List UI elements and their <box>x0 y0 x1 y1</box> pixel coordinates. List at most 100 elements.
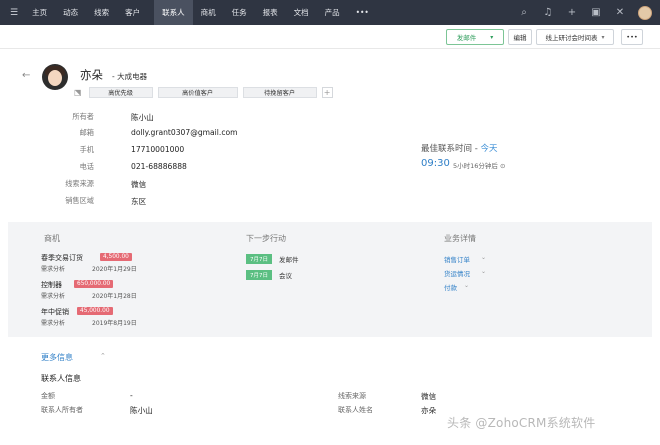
deal-date: 2020年1月28日 <box>92 293 137 300</box>
contact-header: ← 亦朵 - 大成电器 ⬔ 高优先级 高价值客户 待挽留客户 + 所有者 陈小山… <box>0 50 660 220</box>
send-email-caret-icon[interactable]: ▾ <box>490 34 493 41</box>
deals-title: 商机 <box>44 234 60 243</box>
contact-name-label: 联系人姓名 <box>338 406 373 414</box>
lead-source-value: 微信 <box>131 180 147 189</box>
amount-value: - <box>130 391 133 400</box>
nav-item-feeds[interactable]: 动态 <box>55 0 86 25</box>
email-value[interactable]: dolly.grant0307@gmail.com <box>131 128 238 137</box>
action-date-badge: 7月7日 <box>246 270 272 280</box>
more-actions-button[interactable]: ••• <box>621 29 643 45</box>
tag-high-value[interactable]: 高价值客户 <box>157 87 238 98</box>
meeting-schedule-label: 线上研讨会时间表 <box>545 34 598 42</box>
clock-icon: ⊙ <box>500 162 506 170</box>
tag-row: ⬔ 高优先级 高价值客户 待挽留客户 + <box>74 87 333 98</box>
action-name[interactable]: 发邮件 <box>279 254 299 264</box>
contact-name-value: 亦朵 <box>421 406 437 415</box>
contact-name: 亦朵 <box>80 68 103 82</box>
best-time-text: 最佳联系时间 <box>421 144 473 154</box>
deal-stage: 需求分析 <box>41 293 66 300</box>
sales-orders-link[interactable]: 销售订单 <box>444 254 470 264</box>
amount-label: 金额 <box>41 392 55 400</box>
best-time-value: 09:30 <box>421 158 450 169</box>
tag-high-priority[interactable]: 高优先级 <box>88 87 153 98</box>
phone-value[interactable]: 021-68886888 <box>131 162 187 171</box>
edit-label: 编辑 <box>513 34 527 42</box>
top-right-tools: ⌕ ♫ + ▣ ✕ <box>518 0 652 25</box>
nav-item-deals[interactable]: 商机 <box>193 0 224 25</box>
plus-icon[interactable]: + <box>566 7 578 18</box>
action-name[interactable]: 会议 <box>279 270 292 280</box>
tag-retention[interactable]: 待挽留客户 <box>242 87 317 98</box>
chevron-up-icon[interactable]: ⌃ <box>100 352 106 360</box>
chevron-down-icon[interactable]: ⌄ <box>464 282 469 289</box>
deal-date: 2019年8月19日 <box>92 320 137 327</box>
contact-avatar[interactable] <box>42 64 68 90</box>
back-arrow-icon[interactable]: ← <box>22 70 30 81</box>
chevron-down-icon: ▾ <box>601 33 605 41</box>
tools-icon[interactable]: ✕ <box>614 7 626 18</box>
send-email-button[interactable]: 发邮件 ▾ <box>446 29 504 45</box>
lead-source-value-2: 微信 <box>421 392 437 401</box>
mobile-label: 手机 <box>79 145 94 154</box>
record-action-bar: 发邮件 ▾ 编辑 线上研讨会时间表 ▾ ••• <box>0 25 660 49</box>
contact-company[interactable]: - 大成电器 <box>112 71 147 82</box>
avatar-face <box>48 70 62 86</box>
mobile-value[interactable]: 17710001000 <box>131 145 184 154</box>
nav-item-documents[interactable]: 文档 <box>286 0 317 25</box>
phone-label: 电话 <box>79 162 94 171</box>
deal-amount-badge: 4,500.00 <box>100 253 132 261</box>
deal-amount-badge: 45,000.00 <box>77 307 113 315</box>
nav-item-tasks[interactable]: 任务 <box>224 0 255 25</box>
meeting-schedule-button[interactable]: 线上研讨会时间表 ▾ <box>536 29 614 45</box>
contact-owner-value[interactable]: 陈小山 <box>130 405 153 416</box>
action-date-badge: 7月7日 <box>246 254 272 264</box>
lead-source-label: 线索来源 <box>65 179 94 188</box>
overview-panel: 商机 春季交易订货 4,500.00 需求分析 2020年1月29日 控制器 6… <box>8 222 652 337</box>
deal-amount-badge: 650,000.00 <box>74 280 114 288</box>
best-time-relative-text: 5小时16分钟后 <box>453 162 498 170</box>
menu-icon[interactable]: ☰ <box>0 8 24 18</box>
bell-icon[interactable]: ♫ <box>542 7 554 18</box>
shipments-link[interactable]: 货运情况 <box>444 268 470 278</box>
send-email-label: 发邮件 <box>456 34 477 42</box>
owner-value[interactable]: 陈小山 <box>131 112 154 123</box>
best-time-day: 今天 <box>480 144 498 154</box>
nav-item-reports[interactable]: 报表 <box>255 0 286 25</box>
nav-item-products[interactable]: 产品 <box>317 0 348 25</box>
best-time-separator: - <box>472 144 481 154</box>
deal-date: 2020年1月29日 <box>92 266 137 273</box>
search-icon[interactable]: ⌕ <box>518 7 530 18</box>
email-label: 邮箱 <box>79 128 94 137</box>
sales-region-value: 东区 <box>131 197 147 206</box>
deal-stage: 需求分析 <box>41 266 66 273</box>
calendar-icon[interactable]: ▣ <box>590 7 602 18</box>
nav-item-contacts[interactable]: 联系人 <box>154 0 193 25</box>
best-contact-time-label: 最佳联系时间 - 今天 <box>421 142 498 154</box>
add-tag-button[interactable]: + <box>321 87 333 98</box>
top-navigation-bar: ☰ 主页 动态 线索 客户 联系人 商机 任务 报表 文档 产品 ••• ⌕ ♫… <box>0 0 660 25</box>
contact-owner-label: 联系人所有者 <box>41 406 83 414</box>
nav-item-home[interactable]: 主页 <box>24 0 55 25</box>
chevron-down-icon[interactable]: ⌄ <box>481 268 486 275</box>
more-info-toggle[interactable]: 更多信息 <box>41 352 73 363</box>
next-action-title: 下一步行动 <box>246 234 286 243</box>
business-details-title: 业务详情 <box>444 234 476 243</box>
lead-source-label-2: 线索来源 <box>338 392 366 400</box>
payments-link[interactable]: 付款 <box>444 282 457 292</box>
deal-name[interactable]: 春季交易订货 <box>41 253 83 263</box>
sales-region-label: 销售区域 <box>65 196 94 205</box>
nav-item-more[interactable]: ••• <box>348 0 377 25</box>
deal-stage: 需求分析 <box>41 320 66 327</box>
user-avatar[interactable] <box>638 5 652 20</box>
tag-icon: ⬔ <box>74 88 82 97</box>
more-actions-label: ••• <box>626 33 638 41</box>
owner-label: 所有者 <box>72 112 94 121</box>
chevron-down-icon[interactable]: ⌄ <box>481 254 486 261</box>
best-time-relative: 5小时16分钟后 ⊙ <box>453 160 505 170</box>
deal-name[interactable]: 控制器 <box>41 280 62 290</box>
nav-item-leads[interactable]: 线索 <box>86 0 117 25</box>
contact-info-title: 联系人信息 <box>41 374 81 383</box>
deal-name[interactable]: 年中促销 <box>41 307 69 317</box>
edit-button[interactable]: 编辑 <box>508 29 532 45</box>
nav-item-accounts[interactable]: 客户 <box>117 0 148 25</box>
